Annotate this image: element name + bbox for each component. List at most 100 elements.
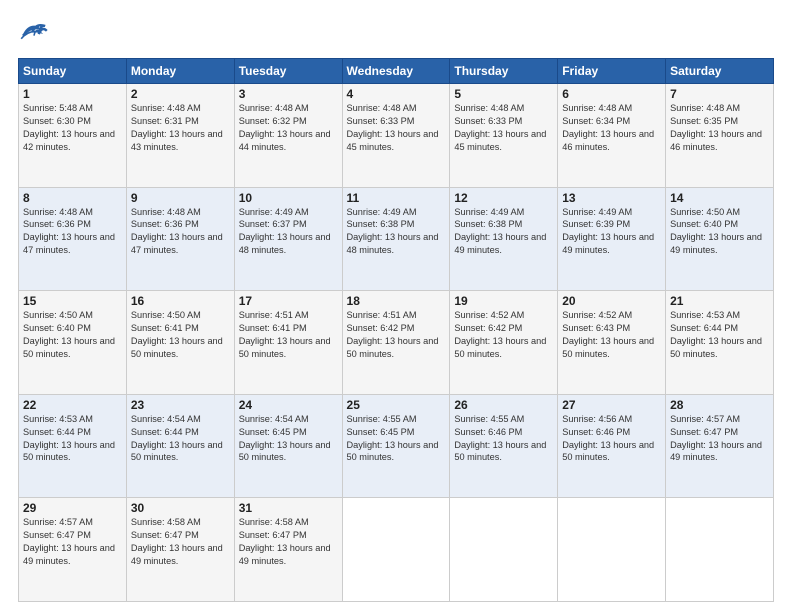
calendar-cell: 20 Sunrise: 4:52 AM Sunset: 6:43 PM Dayl… bbox=[558, 291, 666, 395]
day-header-thursday: Thursday bbox=[450, 59, 558, 84]
calendar-cell: 1 Sunrise: 5:48 AM Sunset: 6:30 PM Dayli… bbox=[19, 84, 127, 188]
day-info: Sunrise: 4:53 AM Sunset: 6:44 PM Dayligh… bbox=[23, 413, 122, 465]
calendar-cell: 14 Sunrise: 4:50 AM Sunset: 6:40 PM Dayl… bbox=[666, 187, 774, 291]
calendar-cell: 21 Sunrise: 4:53 AM Sunset: 6:44 PM Dayl… bbox=[666, 291, 774, 395]
calendar-cell: 18 Sunrise: 4:51 AM Sunset: 6:42 PM Dayl… bbox=[342, 291, 450, 395]
day-info: Sunrise: 4:50 AM Sunset: 6:40 PM Dayligh… bbox=[23, 309, 122, 361]
calendar-cell: 7 Sunrise: 4:48 AM Sunset: 6:35 PM Dayli… bbox=[666, 84, 774, 188]
day-number: 8 bbox=[23, 191, 122, 205]
day-info: Sunrise: 4:48 AM Sunset: 6:33 PM Dayligh… bbox=[347, 102, 446, 154]
day-number: 20 bbox=[562, 294, 661, 308]
day-number: 3 bbox=[239, 87, 338, 101]
day-number: 21 bbox=[670, 294, 769, 308]
day-number: 27 bbox=[562, 398, 661, 412]
calendar-cell: 6 Sunrise: 4:48 AM Sunset: 6:34 PM Dayli… bbox=[558, 84, 666, 188]
day-info: Sunrise: 4:48 AM Sunset: 6:31 PM Dayligh… bbox=[131, 102, 230, 154]
day-number: 15 bbox=[23, 294, 122, 308]
day-info: Sunrise: 5:48 AM Sunset: 6:30 PM Dayligh… bbox=[23, 102, 122, 154]
calendar-header-row: SundayMondayTuesdayWednesdayThursdayFrid… bbox=[19, 59, 774, 84]
calendar-week-2: 8 Sunrise: 4:48 AM Sunset: 6:36 PM Dayli… bbox=[19, 187, 774, 291]
day-info: Sunrise: 4:48 AM Sunset: 6:35 PM Dayligh… bbox=[670, 102, 769, 154]
calendar-cell: 10 Sunrise: 4:49 AM Sunset: 6:37 PM Dayl… bbox=[234, 187, 342, 291]
header bbox=[18, 18, 774, 50]
day-number: 29 bbox=[23, 501, 122, 515]
day-info: Sunrise: 4:48 AM Sunset: 6:32 PM Dayligh… bbox=[239, 102, 338, 154]
day-number: 25 bbox=[347, 398, 446, 412]
day-info: Sunrise: 4:49 AM Sunset: 6:39 PM Dayligh… bbox=[562, 206, 661, 258]
day-info: Sunrise: 4:54 AM Sunset: 6:45 PM Dayligh… bbox=[239, 413, 338, 465]
calendar-cell: 23 Sunrise: 4:54 AM Sunset: 6:44 PM Dayl… bbox=[126, 394, 234, 498]
day-info: Sunrise: 4:58 AM Sunset: 6:47 PM Dayligh… bbox=[239, 516, 338, 568]
day-info: Sunrise: 4:49 AM Sunset: 6:38 PM Dayligh… bbox=[454, 206, 553, 258]
day-number: 23 bbox=[131, 398, 230, 412]
day-info: Sunrise: 4:48 AM Sunset: 6:34 PM Dayligh… bbox=[562, 102, 661, 154]
calendar-cell: 17 Sunrise: 4:51 AM Sunset: 6:41 PM Dayl… bbox=[234, 291, 342, 395]
day-info: Sunrise: 4:56 AM Sunset: 6:46 PM Dayligh… bbox=[562, 413, 661, 465]
calendar-cell: 4 Sunrise: 4:48 AM Sunset: 6:33 PM Dayli… bbox=[342, 84, 450, 188]
day-number: 13 bbox=[562, 191, 661, 205]
calendar-cell: 24 Sunrise: 4:54 AM Sunset: 6:45 PM Dayl… bbox=[234, 394, 342, 498]
calendar-cell: 26 Sunrise: 4:55 AM Sunset: 6:46 PM Dayl… bbox=[450, 394, 558, 498]
day-info: Sunrise: 4:54 AM Sunset: 6:44 PM Dayligh… bbox=[131, 413, 230, 465]
day-header-monday: Monday bbox=[126, 59, 234, 84]
day-header-saturday: Saturday bbox=[666, 59, 774, 84]
day-header-sunday: Sunday bbox=[19, 59, 127, 84]
day-info: Sunrise: 4:49 AM Sunset: 6:38 PM Dayligh… bbox=[347, 206, 446, 258]
calendar-week-3: 15 Sunrise: 4:50 AM Sunset: 6:40 PM Dayl… bbox=[19, 291, 774, 395]
day-info: Sunrise: 4:57 AM Sunset: 6:47 PM Dayligh… bbox=[670, 413, 769, 465]
day-number: 2 bbox=[131, 87, 230, 101]
day-info: Sunrise: 4:52 AM Sunset: 6:43 PM Dayligh… bbox=[562, 309, 661, 361]
day-info: Sunrise: 4:49 AM Sunset: 6:37 PM Dayligh… bbox=[239, 206, 338, 258]
calendar-cell: 3 Sunrise: 4:48 AM Sunset: 6:32 PM Dayli… bbox=[234, 84, 342, 188]
day-info: Sunrise: 4:53 AM Sunset: 6:44 PM Dayligh… bbox=[670, 309, 769, 361]
day-number: 24 bbox=[239, 398, 338, 412]
calendar-cell: 11 Sunrise: 4:49 AM Sunset: 6:38 PM Dayl… bbox=[342, 187, 450, 291]
day-number: 22 bbox=[23, 398, 122, 412]
calendar-cell bbox=[342, 498, 450, 602]
day-number: 17 bbox=[239, 294, 338, 308]
calendar-cell: 25 Sunrise: 4:55 AM Sunset: 6:45 PM Dayl… bbox=[342, 394, 450, 498]
day-number: 19 bbox=[454, 294, 553, 308]
day-info: Sunrise: 4:55 AM Sunset: 6:46 PM Dayligh… bbox=[454, 413, 553, 465]
day-info: Sunrise: 4:48 AM Sunset: 6:33 PM Dayligh… bbox=[454, 102, 553, 154]
page: SundayMondayTuesdayWednesdayThursdayFrid… bbox=[0, 0, 792, 612]
day-info: Sunrise: 4:57 AM Sunset: 6:47 PM Dayligh… bbox=[23, 516, 122, 568]
day-header-tuesday: Tuesday bbox=[234, 59, 342, 84]
calendar-cell bbox=[558, 498, 666, 602]
day-number: 6 bbox=[562, 87, 661, 101]
day-number: 16 bbox=[131, 294, 230, 308]
day-number: 1 bbox=[23, 87, 122, 101]
calendar-cell: 9 Sunrise: 4:48 AM Sunset: 6:36 PM Dayli… bbox=[126, 187, 234, 291]
day-header-friday: Friday bbox=[558, 59, 666, 84]
calendar-cell: 19 Sunrise: 4:52 AM Sunset: 6:42 PM Dayl… bbox=[450, 291, 558, 395]
day-number: 28 bbox=[670, 398, 769, 412]
calendar-cell: 12 Sunrise: 4:49 AM Sunset: 6:38 PM Dayl… bbox=[450, 187, 558, 291]
day-info: Sunrise: 4:48 AM Sunset: 6:36 PM Dayligh… bbox=[131, 206, 230, 258]
day-info: Sunrise: 4:50 AM Sunset: 6:41 PM Dayligh… bbox=[131, 309, 230, 361]
calendar-cell bbox=[450, 498, 558, 602]
calendar: SundayMondayTuesdayWednesdayThursdayFrid… bbox=[18, 58, 774, 602]
logo bbox=[18, 18, 54, 50]
day-number: 30 bbox=[131, 501, 230, 515]
logo-icon bbox=[18, 18, 50, 50]
day-number: 14 bbox=[670, 191, 769, 205]
calendar-cell: 15 Sunrise: 4:50 AM Sunset: 6:40 PM Dayl… bbox=[19, 291, 127, 395]
day-number: 5 bbox=[454, 87, 553, 101]
calendar-cell: 13 Sunrise: 4:49 AM Sunset: 6:39 PM Dayl… bbox=[558, 187, 666, 291]
day-info: Sunrise: 4:51 AM Sunset: 6:41 PM Dayligh… bbox=[239, 309, 338, 361]
calendar-cell: 28 Sunrise: 4:57 AM Sunset: 6:47 PM Dayl… bbox=[666, 394, 774, 498]
calendar-cell: 30 Sunrise: 4:58 AM Sunset: 6:47 PM Dayl… bbox=[126, 498, 234, 602]
day-number: 9 bbox=[131, 191, 230, 205]
calendar-cell: 5 Sunrise: 4:48 AM Sunset: 6:33 PM Dayli… bbox=[450, 84, 558, 188]
calendar-cell: 8 Sunrise: 4:48 AM Sunset: 6:36 PM Dayli… bbox=[19, 187, 127, 291]
day-number: 4 bbox=[347, 87, 446, 101]
day-number: 26 bbox=[454, 398, 553, 412]
day-header-wednesday: Wednesday bbox=[342, 59, 450, 84]
calendar-week-4: 22 Sunrise: 4:53 AM Sunset: 6:44 PM Dayl… bbox=[19, 394, 774, 498]
calendar-week-1: 1 Sunrise: 5:48 AM Sunset: 6:30 PM Dayli… bbox=[19, 84, 774, 188]
day-number: 12 bbox=[454, 191, 553, 205]
day-number: 31 bbox=[239, 501, 338, 515]
day-number: 11 bbox=[347, 191, 446, 205]
day-number: 7 bbox=[670, 87, 769, 101]
day-number: 10 bbox=[239, 191, 338, 205]
